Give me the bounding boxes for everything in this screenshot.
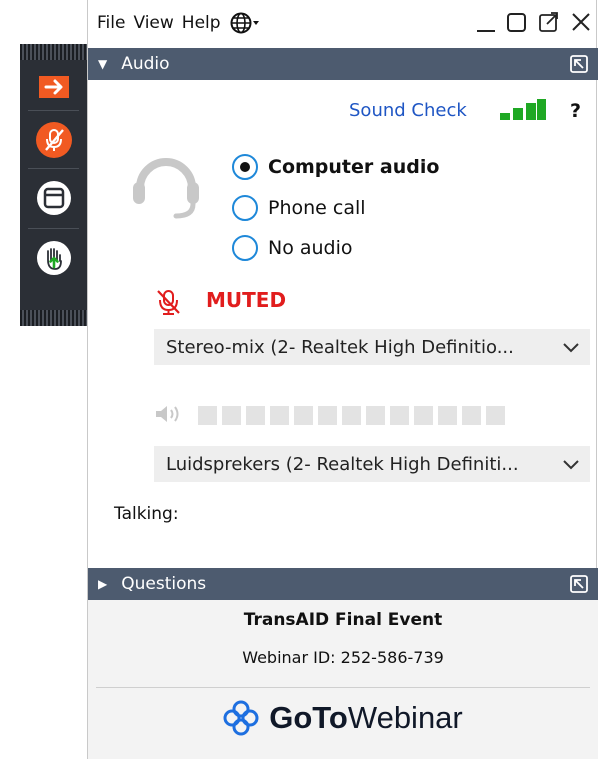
microphone-mute-button[interactable] [20,120,87,160]
speaker-select-value: Luidsprekers (2- Realtek High Definiti..… [166,453,519,475]
meter-segment [318,406,337,425]
window-controls [476,10,592,34]
meter-segment [390,406,409,425]
meter-segment [294,406,313,425]
window-icon [36,181,71,215]
option-no-audio-label: No audio [268,237,353,259]
caret-down-icon: ▼ [98,57,108,71]
language-menu[interactable] [230,12,260,34]
detach-icon[interactable] [570,55,588,73]
option-no-audio[interactable]: No audio [232,235,353,261]
brand-logo: GoToWebinar [88,700,598,736]
chevron-down-icon [563,460,579,470]
meter-segment [438,406,457,425]
radio-phone-call[interactable] [232,195,258,221]
raise-hand-button[interactable] [20,238,87,278]
divider [96,687,590,688]
pop-out-icon[interactable] [538,10,560,34]
screen-toggle-button[interactable] [20,178,87,218]
microphone-select[interactable]: Stereo-mix (2- Realtek High Definitio... [154,329,590,365]
detach-icon[interactable] [570,575,588,593]
headset-icon [133,158,199,219]
microphone-select-value: Stereo-mix (2- Realtek High Definitio... [166,336,514,358]
menu-view[interactable]: View [130,13,176,33]
menu-bar: File View Help [88,0,598,46]
control-panel: File View Help ▼ Audio Sound Check ? Com… [87,0,598,759]
microphone-muted-icon [35,122,72,158]
webinar-id: Webinar ID: 252-586-739 [242,648,444,667]
talking-label: Talking: [114,504,179,524]
help-button[interactable]: ? [570,100,581,122]
caret-right-icon: ▶ [98,577,108,591]
questions-section-title: Questions [121,574,207,594]
control-strip [20,44,87,326]
drag-handle-top[interactable] [20,44,87,60]
sound-check-link[interactable]: Sound Check [349,100,467,121]
meter-segment [366,406,385,425]
audio-section-title: Audio [121,54,170,74]
globe-icon [230,12,259,34]
collapse-panel-button[interactable] [20,74,87,100]
close-icon[interactable] [570,10,592,34]
option-phone-call[interactable]: Phone call [232,195,366,221]
speaker-select[interactable]: Luidsprekers (2- Realtek High Definiti..… [154,446,590,482]
option-computer-audio[interactable]: Computer audio [232,154,439,180]
radio-computer-audio[interactable] [232,154,258,180]
microphone-muted-icon [157,290,180,315]
meter-segment [486,406,505,425]
option-phone-call-label: Phone call [268,197,366,219]
gotowebinar-logo-icon [223,700,259,736]
chevron-down-icon [563,343,579,353]
menu-help[interactable]: Help [179,13,224,33]
meter-segment [198,406,217,425]
meter-segment [222,406,241,425]
signal-strength-icon [500,99,546,120]
muted-status: MUTED [206,288,287,312]
menu-file[interactable]: File [94,13,128,33]
radio-no-audio[interactable] [232,235,258,261]
meter-segment [270,406,289,425]
speaker-icon [156,406,179,422]
meter-segment [246,406,265,425]
questions-section-header[interactable]: ▶ Questions [88,568,598,600]
event-title: TransAID Final Event [243,610,443,630]
audio-section-header[interactable]: ▼ Audio [88,48,598,80]
raise-hand-icon [36,241,71,275]
meter-segment [462,406,481,425]
brand-name-bold: GoTo [269,700,348,735]
arrow-right-icon [38,76,69,98]
maximize-icon[interactable] [506,10,528,34]
brand-name-regular: Webinar [347,700,463,735]
drag-handle-bottom[interactable] [20,310,87,326]
speaker-level-meter [198,406,505,425]
option-computer-audio-label: Computer audio [268,156,440,178]
brand-name: GoToWebinar [269,700,463,736]
meter-segment [414,406,433,425]
meter-segment [342,406,361,425]
minimize-icon[interactable] [476,10,496,34]
